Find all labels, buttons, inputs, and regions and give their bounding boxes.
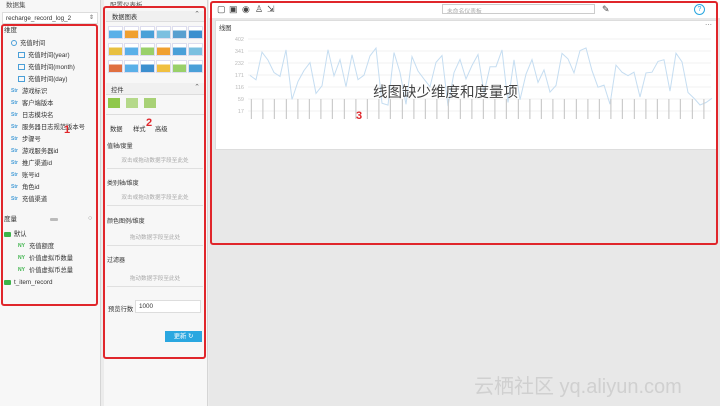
annotation-box-2 [103, 6, 206, 359]
dataset-panel-title: 数据集 [6, 2, 26, 9]
chart-type-icon[interactable] [172, 26, 187, 39]
annotation-box-3 [210, 1, 718, 245]
chart-type-icon[interactable] [172, 60, 187, 73]
chart-type-icon[interactable] [156, 26, 171, 39]
dataset-select[interactable]: recharge_record_log_2 ⇕ [2, 12, 98, 24]
chevron-updown-icon: ⇕ [88, 15, 94, 21]
chart-type-icon[interactable] [156, 43, 171, 56]
chart-type-icon[interactable] [124, 43, 139, 56]
chart-type-icon[interactable] [108, 60, 123, 73]
chart-type-icon[interactable] [188, 43, 203, 56]
chart-type-icon[interactable] [188, 60, 203, 73]
chart-type-icon[interactable] [188, 26, 203, 39]
annotation-box-1 [1, 24, 98, 306]
chart-type-icon[interactable] [140, 60, 155, 73]
chart-type-icon[interactable] [124, 60, 139, 73]
chart-type-icon[interactable] [124, 26, 139, 39]
chart-type-icon[interactable] [156, 60, 171, 73]
chart-type-icon[interactable] [108, 26, 123, 39]
annotation-number-1: 1 [64, 124, 71, 136]
chart-type-icon[interactable] [108, 43, 123, 56]
chart-type-icon[interactable] [140, 26, 155, 39]
chart-type-icon[interactable] [172, 43, 187, 56]
watermark: 云栖社区 yq.aliyun.com [474, 376, 682, 398]
chart-type-icon[interactable] [140, 43, 155, 56]
dataset-select-value: recharge_record_log_2 [6, 15, 72, 22]
